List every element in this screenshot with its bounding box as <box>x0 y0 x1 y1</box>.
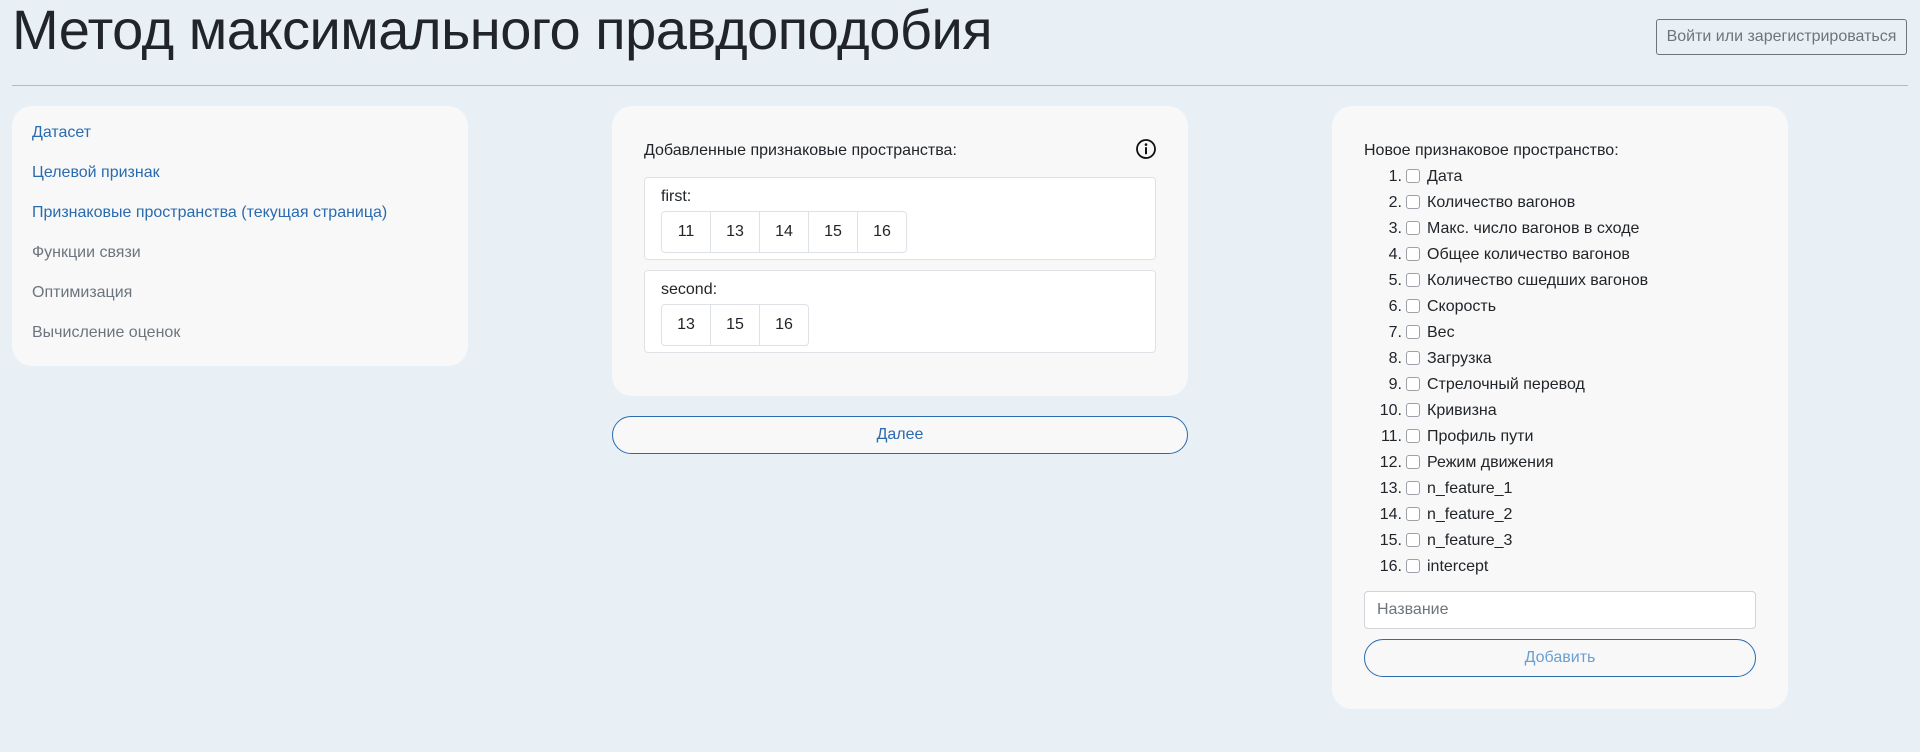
nav-item-feature-spaces[interactable]: Признаковые пространства (текущая страни… <box>32 204 387 222</box>
feature-number: 9. <box>1388 376 1402 393</box>
feature-number: 16. <box>1379 558 1402 575</box>
nav-item-estimates: Вычисление оценок <box>32 324 181 341</box>
feature-chip: 13 <box>661 304 711 346</box>
feature-option: 6. Скорость <box>1364 294 1648 320</box>
feature-label[interactable]: n_feature_2 <box>1427 506 1512 524</box>
feature-label[interactable]: Общее количество вагонов <box>1427 246 1630 264</box>
space-name-input[interactable] <box>1364 591 1756 629</box>
feature-chip: 14 <box>759 211 809 253</box>
page-title: Метод максимального правдоподобия <box>12 0 993 61</box>
feature-option: 9. Стрелочный перевод <box>1364 372 1648 398</box>
login-register-button[interactable]: Войти или зарегистрироваться <box>1656 19 1907 55</box>
feature-checkbox[interactable] <box>1406 455 1420 469</box>
feature-checkbox[interactable] <box>1406 481 1420 495</box>
feature-number: 1. <box>1388 168 1402 185</box>
feature-option: 11. Профиль пути <box>1364 424 1648 450</box>
feature-chip: 11 <box>661 211 711 253</box>
add-space-button[interactable]: Добавить <box>1364 639 1756 677</box>
feature-label[interactable]: Режим движения <box>1427 454 1554 472</box>
feature-checklist: 1. Дата 2. Количество вагонов 3. Макс. числ… <box>1364 164 1648 580</box>
added-spaces-card: Добавленные признаковые пространства: fi… <box>612 106 1188 396</box>
steps-nav: Датасет Целевой признак Признаковые прос… <box>12 106 468 366</box>
nav-item-optimization: Оптимизация <box>32 284 133 301</box>
feature-chip: 13 <box>710 211 760 253</box>
feature-option: 3. Макс. число вагонов в сходе <box>1364 216 1648 242</box>
feature-space-second: second: 13 15 16 <box>644 270 1156 353</box>
feature-option: 1. Дата <box>1364 164 1648 190</box>
feature-option: 4. Общее количество вагонов <box>1364 242 1648 268</box>
feature-option: 10. Кривизна <box>1364 398 1648 424</box>
feature-checkbox[interactable] <box>1406 403 1420 417</box>
new-space-title: Новое признаковое пространство: <box>1364 142 1619 159</box>
feature-number: 6. <box>1388 298 1402 315</box>
feature-label[interactable]: n_feature_1 <box>1427 480 1512 498</box>
feature-label[interactable]: Дата <box>1427 168 1462 186</box>
feature-option: 8. Загрузка <box>1364 346 1648 372</box>
feature-label[interactable]: Вес <box>1427 324 1455 342</box>
feature-checkbox[interactable] <box>1406 221 1420 235</box>
feature-checkbox[interactable] <box>1406 533 1420 547</box>
header-divider <box>12 85 1908 86</box>
feature-label[interactable]: n_feature_3 <box>1427 532 1512 550</box>
feature-space-first: first: 11 13 14 15 16 <box>644 177 1156 260</box>
feature-checkbox[interactable] <box>1406 507 1420 521</box>
feature-label[interactable]: Профиль пути <box>1427 428 1533 446</box>
feature-checkbox[interactable] <box>1406 195 1420 209</box>
feature-chip: 15 <box>808 211 858 253</box>
feature-number: 14. <box>1379 506 1402 523</box>
feature-checkbox[interactable] <box>1406 429 1420 443</box>
space-name: first: <box>661 188 692 205</box>
feature-checkbox[interactable] <box>1406 559 1420 573</box>
new-space-card: Новое признаковое пространство: 1. Дата 2… <box>1332 106 1788 709</box>
space-name: second: <box>661 281 718 298</box>
feature-checkbox[interactable] <box>1406 299 1420 313</box>
feature-label[interactable]: Стрелочный перевод <box>1427 376 1585 394</box>
feature-option: 5. Количество сшедших вагонов <box>1364 268 1648 294</box>
feature-checkbox[interactable] <box>1406 351 1420 365</box>
info-circle-icon[interactable] <box>1135 138 1157 160</box>
feature-label[interactable]: Загрузка <box>1427 350 1492 368</box>
feature-option: 13. n_feature_1 <box>1364 476 1648 502</box>
feature-checkbox[interactable] <box>1406 247 1420 261</box>
feature-option: 15. n_feature_3 <box>1364 528 1648 554</box>
feature-label[interactable]: Количество сшедших вагонов <box>1427 272 1648 290</box>
added-spaces-title: Добавленные признаковые пространства: <box>644 142 957 159</box>
feature-chips: 13 15 16 <box>661 304 809 346</box>
nav-item-target[interactable]: Целевой признак <box>32 164 160 182</box>
feature-label[interactable]: Скорость <box>1427 298 1496 316</box>
feature-chip: 16 <box>759 304 809 346</box>
feature-chip: 15 <box>710 304 760 346</box>
feature-number: 5. <box>1388 272 1402 289</box>
next-button[interactable]: Далее <box>612 416 1188 454</box>
feature-chip: 16 <box>857 211 907 253</box>
feature-number: 13. <box>1379 480 1402 497</box>
feature-chips: 11 13 14 15 16 <box>661 211 907 253</box>
feature-number: 4. <box>1388 246 1402 263</box>
feature-option: 12. Режим движения <box>1364 450 1648 476</box>
nav-item-link-functions: Функции связи <box>32 244 141 261</box>
feature-option: 7. Вес <box>1364 320 1648 346</box>
feature-label[interactable]: Количество вагонов <box>1427 194 1575 212</box>
feature-option: 14. n_feature_2 <box>1364 502 1648 528</box>
feature-number: 11. <box>1380 428 1402 445</box>
feature-option: 2. Количество вагонов <box>1364 190 1648 216</box>
feature-number: 8. <box>1388 350 1402 367</box>
nav-item-dataset[interactable]: Датасет <box>32 124 91 142</box>
feature-number: 15. <box>1379 532 1402 549</box>
feature-number: 3. <box>1388 220 1402 237</box>
feature-number: 2. <box>1388 194 1402 211</box>
feature-label[interactable]: intercept <box>1427 558 1488 576</box>
feature-option: 16. intercept <box>1364 554 1648 580</box>
feature-checkbox[interactable] <box>1406 377 1420 391</box>
feature-checkbox[interactable] <box>1406 169 1420 183</box>
feature-checkbox[interactable] <box>1406 273 1420 287</box>
feature-number: 12. <box>1379 454 1402 471</box>
feature-label[interactable]: Кривизна <box>1427 402 1497 420</box>
feature-label[interactable]: Макс. число вагонов в сходе <box>1427 220 1639 238</box>
feature-checkbox[interactable] <box>1406 325 1420 339</box>
feature-number: 10. <box>1379 402 1402 419</box>
feature-number: 7. <box>1388 324 1402 341</box>
